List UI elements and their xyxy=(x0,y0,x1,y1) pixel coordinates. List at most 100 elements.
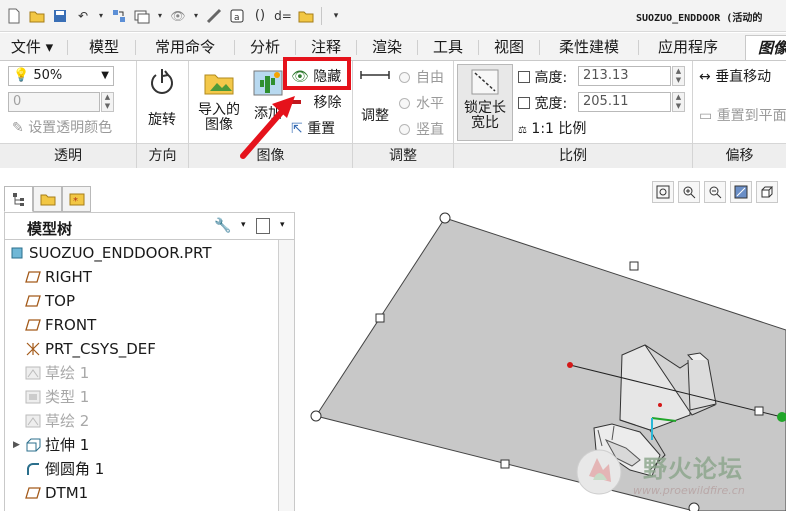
scale-ratio-button[interactable]: ⚖ 1:1 比例 xyxy=(518,118,586,138)
dropdown-icon[interactable]: ▾ xyxy=(97,7,105,25)
tree-item-front[interactable]: FRONT xyxy=(25,314,96,336)
folder-icon xyxy=(40,194,55,206)
transparency-spinner[interactable]: ▲ ▼ xyxy=(101,92,114,112)
corner-handle[interactable] xyxy=(439,212,451,224)
windows-icon[interactable] xyxy=(133,7,151,25)
import-image-label: 导入的 图像 xyxy=(198,102,240,133)
chevron-down-icon[interactable]: ▾ xyxy=(280,220,285,230)
tree-item-sketch-2[interactable]: 草绘 2 xyxy=(25,410,89,432)
transparency-dropdown[interactable]: 💡 50% ▼ xyxy=(8,66,114,86)
braces-icon[interactable]: () xyxy=(251,7,269,25)
corner-handle[interactable] xyxy=(688,502,700,511)
datum-plane-icon xyxy=(25,485,41,501)
radio-vertical[interactable]: 竖直 xyxy=(399,119,444,139)
tree-item-part[interactable]: SUOZUO_ENDDOOR.PRT xyxy=(9,242,211,264)
datum-plane-icon xyxy=(25,317,41,333)
tree-filter-icon[interactable] xyxy=(256,218,270,234)
save-icon[interactable] xyxy=(51,7,69,25)
tree-item-extrude-1[interactable]: ▶ 拉伸 1 xyxy=(13,434,89,456)
tab-common[interactable]: 常用命令 xyxy=(141,35,235,60)
import-image-button[interactable]: 导入的 图像 xyxy=(193,65,245,141)
tree-item-label: DTM1 xyxy=(45,484,89,502)
tree-item-right[interactable]: RIGHT xyxy=(25,266,92,288)
sketch-icon xyxy=(25,413,41,429)
tab-render[interactable]: 渲染 xyxy=(362,35,418,60)
favorites-tab[interactable]: * xyxy=(62,186,91,212)
edge-handle[interactable] xyxy=(629,261,639,271)
tab-model[interactable]: 模型 xyxy=(78,35,136,60)
model-tree-tab[interactable] xyxy=(4,186,33,212)
scale-ratio-label: 1:1 比例 xyxy=(531,121,587,137)
height-input[interactable]: 213.13 xyxy=(578,66,671,86)
folder-browser-tab[interactable] xyxy=(33,186,62,212)
tree-item-label: 草绘 1 xyxy=(45,364,90,382)
tab-flexible-modeling[interactable]: 柔性建模 xyxy=(545,35,639,60)
dropdown-icon[interactable]: ▾ xyxy=(156,7,164,25)
tree-item-label: SUOZUO_ENDDOOR.PRT xyxy=(29,244,212,262)
group-label-adjust: 调整 xyxy=(353,143,453,168)
axis-origin-point[interactable] xyxy=(567,362,573,368)
radio-vertical-label: 竖直 xyxy=(416,122,444,138)
edge-handle[interactable] xyxy=(754,406,764,416)
sketch-icon xyxy=(25,365,41,381)
relations-icon[interactable]: d= xyxy=(274,7,292,25)
remove-button[interactable]: 移除 xyxy=(291,92,341,112)
width-spinner[interactable]: ▲ ▼ xyxy=(672,92,685,112)
radio-free[interactable]: 自由 xyxy=(399,67,444,87)
reset-icon: ⇱ xyxy=(291,121,303,137)
lock-aspect-button[interactable]: 锁定长 宽比 xyxy=(457,64,513,141)
expand-arrow-icon[interactable]: ▶ xyxy=(13,434,25,456)
new-file-icon[interactable] xyxy=(5,7,23,25)
tab-image[interactable]: 图像 xyxy=(745,35,786,60)
model-tree-scrollbar[interactable] xyxy=(278,240,295,511)
corner-handle[interactable] xyxy=(310,410,322,422)
window-title: SUOZUO_ENDDOOR (活动的 xyxy=(636,13,763,24)
tree-settings-icon[interactable]: 🔧 xyxy=(214,218,231,234)
regenerate-icon[interactable] xyxy=(110,7,128,25)
view-eye-icon[interactable]: 👁 xyxy=(169,7,187,25)
vertical-move-button[interactable]: ↔ 垂直移动 xyxy=(699,66,771,86)
adjust-button[interactable]: 调整 xyxy=(356,65,394,141)
tree-item-type-1[interactable]: 类型 1 xyxy=(25,386,89,408)
radio-free-label: 自由 xyxy=(416,70,444,86)
transparency-input[interactable]: 0 xyxy=(8,92,100,112)
open-folder-icon[interactable] xyxy=(28,7,46,25)
tab-view[interactable]: 视图 xyxy=(484,35,540,60)
part-icon xyxy=(9,245,25,261)
tree-item-label: PRT_CSYS_DEF xyxy=(45,340,156,358)
set-transparent-color-button[interactable]: ✎ 设置透明颜色 xyxy=(12,117,112,137)
model-tree-header: 模型树 🔧 ▾ ▾ xyxy=(4,212,295,240)
tree-item-sketch-1[interactable]: 草绘 1 xyxy=(25,362,89,384)
edge-handle[interactable] xyxy=(375,313,385,323)
tab-tools[interactable]: 工具 xyxy=(423,35,479,60)
tree-item-dtm1[interactable]: DTM1 xyxy=(25,482,88,504)
dropdown-icon[interactable]: ▾ xyxy=(192,7,200,25)
tree-item-label: 类型 1 xyxy=(45,388,90,406)
tree-item-csys[interactable]: PRT_CSYS_DEF xyxy=(25,338,156,360)
reference-icon[interactable]: a xyxy=(228,7,246,25)
round-icon xyxy=(25,461,41,477)
height-label: 高度: xyxy=(518,67,567,87)
watermark-url: www.proewildfire.cn xyxy=(633,484,745,497)
add-image-button[interactable]: 添加 xyxy=(250,65,286,141)
transparency-value: 50% xyxy=(33,68,63,83)
height-spinner[interactable]: ▲ ▼ xyxy=(672,66,685,86)
radio-horizontal[interactable]: 水平 xyxy=(399,93,444,113)
folder-star-icon[interactable] xyxy=(297,7,315,25)
reset-label: 重置 xyxy=(307,121,336,137)
width-input[interactable]: 205.11 xyxy=(578,92,671,112)
group-label-scale: 比例 xyxy=(454,143,692,168)
reset-button[interactable]: ⇱ 重置 xyxy=(291,118,335,138)
measure-icon[interactable] xyxy=(205,7,223,25)
tree-item-top[interactable]: TOP xyxy=(25,290,75,312)
tree-item-round-1[interactable]: 倒圆角 1 xyxy=(25,458,104,480)
rotate-button[interactable]: 旋转 xyxy=(142,65,182,141)
chevron-down-icon[interactable]: ▾ xyxy=(241,220,246,230)
tab-file[interactable]: 文件 ▾ xyxy=(2,35,68,60)
reset-to-plane-button[interactable]: ▭ 重置到平面 xyxy=(699,105,786,125)
undo-icon[interactable]: ↶ xyxy=(74,7,92,25)
customize-dropdown-icon[interactable]: ▾ xyxy=(327,7,345,25)
tab-applications[interactable]: 应用程序 xyxy=(644,35,732,60)
edge-handle[interactable] xyxy=(500,459,510,469)
watermark-logo-icon xyxy=(576,449,622,495)
